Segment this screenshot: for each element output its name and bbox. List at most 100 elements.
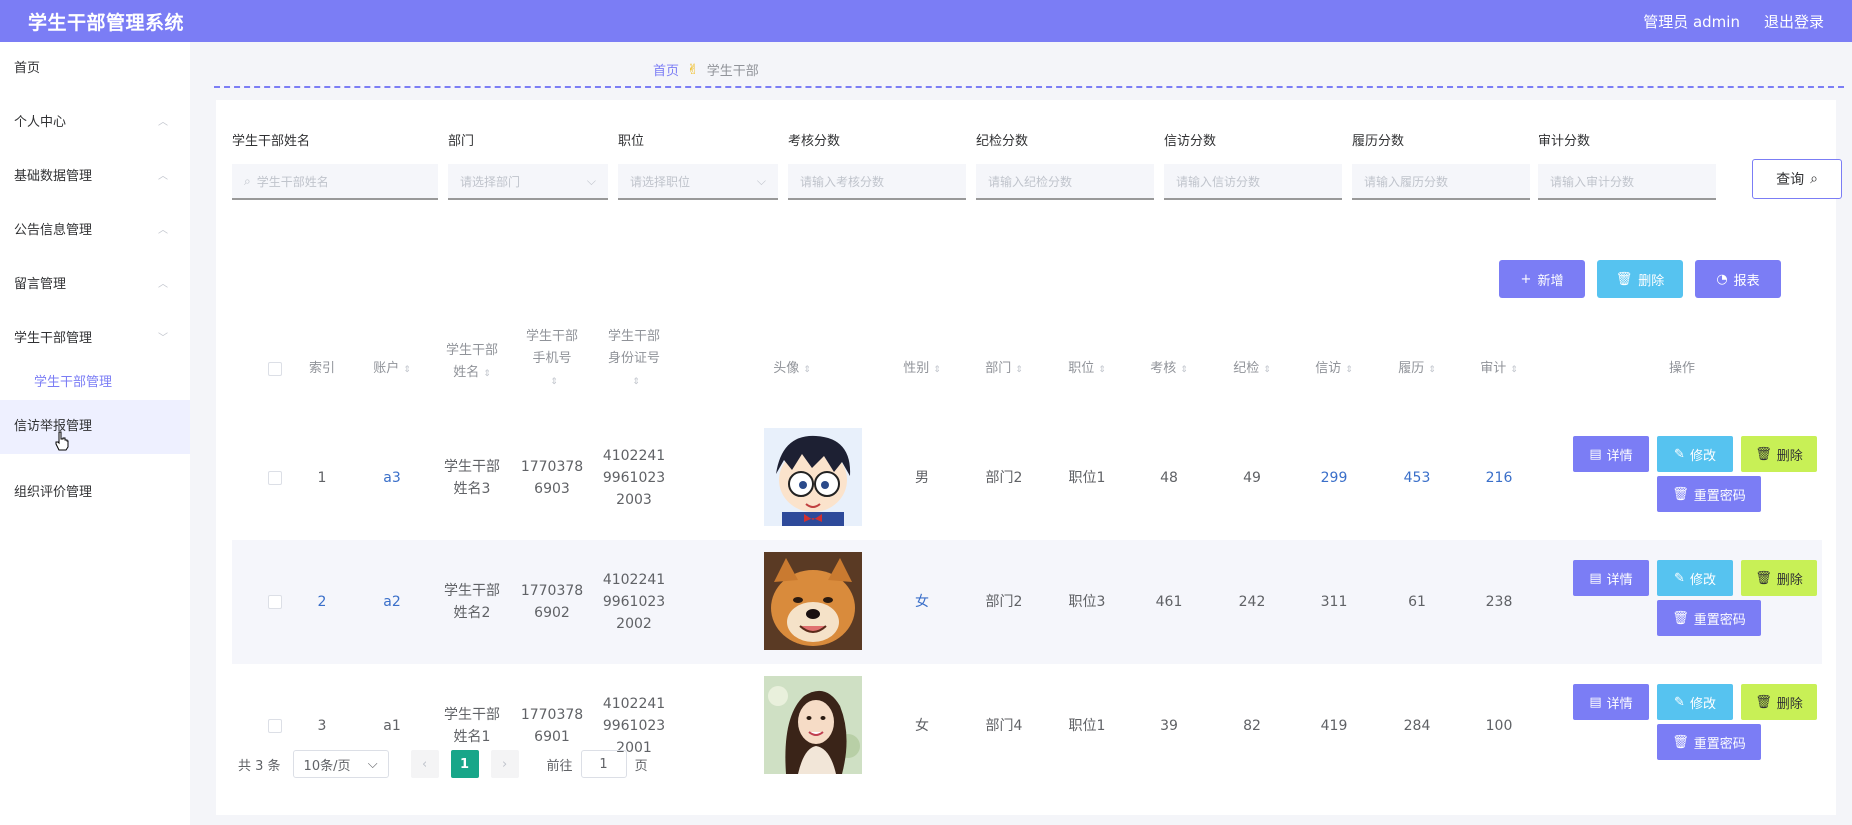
pagination: 共 3 条 10条/页 ⌵ ‹ 1 › 前往 1 页 <box>238 750 648 778</box>
cell-audit: 238 <box>1485 594 1513 610</box>
batch-delete-button[interactable]: 🗑 删除 <box>1597 260 1683 298</box>
goto-prefix: 前往 <box>546 758 573 774</box>
page-size-select[interactable]: 10条/页 ⌵ <box>292 750 389 778</box>
sidebar-item-personal-center[interactable]: 个人中心 ︿ <box>0 96 190 150</box>
th-gender[interactable]: 性别 ⇕ <box>887 358 957 381</box>
row-checkbox[interactable] <box>268 719 282 733</box>
add-button[interactable]: + 新增 <box>1499 260 1585 298</box>
logout-link[interactable]: 退出登录 <box>1764 11 1824 32</box>
th-discipline[interactable]: 纪检 ⇕ <box>1217 358 1287 381</box>
cell-line: 9961023 <box>602 470 666 486</box>
delete-button[interactable]: 🗑 删除 <box>1741 560 1817 596</box>
cell-account: a1 <box>383 718 401 734</box>
cell-line: 学生干部 <box>444 707 500 723</box>
row-checkbox[interactable] <box>268 471 282 485</box>
current-user[interactable]: 管理员 admin <box>1643 11 1740 32</box>
detail-button[interactable]: ▤ 详情 <box>1573 560 1649 596</box>
chart-icon: ◔ <box>1716 271 1728 287</box>
input-placeholder: 请输入考核分数 <box>800 174 885 189</box>
name-search-input[interactable]: ⌕ 学生干部姓名 <box>232 164 438 200</box>
table-row: 2 a2 学生干部 姓名2 1770378 6902 4102241 9961023 2… <box>232 540 1822 664</box>
th-resume[interactable]: 履历 ⇕ <box>1382 358 1452 381</box>
reset-password-button[interactable]: 🗑 重置密码 <box>1657 724 1761 760</box>
reset-label: 重置密码 <box>1693 612 1746 628</box>
cell-assess: 48 <box>1160 470 1178 486</box>
audit-input[interactable]: 请输入审计分数 <box>1538 164 1716 200</box>
sidebar-item-petition[interactable]: 信访举报管理 <box>0 400 190 454</box>
goto-page-input[interactable]: 1 <box>580 750 627 778</box>
prev-page-button[interactable]: ‹ <box>410 750 439 778</box>
cell-dept: 部门2 <box>985 470 1023 486</box>
table-row: 1 a3 学生干部 姓名3 1770378 6903 4102241 9961023 2… <box>232 416 1822 540</box>
sidebar-item-label: 留言管理 <box>14 277 67 292</box>
th-label: 纪检 <box>1233 361 1260 376</box>
th-label: 职位 <box>1068 361 1095 376</box>
cell-line: 4102241 <box>602 448 666 464</box>
th-label-line1: 学生干部 <box>445 343 498 358</box>
cell-idcard: 4102241 9961023 2003 <box>594 445 674 511</box>
th-idcard[interactable]: 学生干部 身份证号 ⇕ <box>594 326 674 393</box>
th-phone[interactable]: 学生干部 手机号 ⇕ <box>512 326 592 393</box>
select-all-checkbox[interactable] <box>268 362 282 376</box>
discipline-input[interactable]: 请输入纪检分数 <box>976 164 1154 200</box>
reset-password-button[interactable]: 🗑 重置密码 <box>1657 600 1761 636</box>
position-select[interactable]: 请选择职位 ⌵ <box>618 164 778 200</box>
delete-button[interactable]: 🗑 删除 <box>1741 684 1817 720</box>
edit-button[interactable]: ✎ 修改 <box>1657 560 1733 596</box>
delete-label: 删除 <box>1776 696 1803 712</box>
report-button[interactable]: ◔ 报表 <box>1695 260 1781 298</box>
input-placeholder: 学生干部姓名 <box>256 174 329 189</box>
filter-position: 职位 请选择职位 ⌵ <box>618 130 778 200</box>
th-position[interactable]: 职位 ⇕ <box>1052 358 1122 381</box>
cell-assess: 39 <box>1160 718 1178 734</box>
filter-label: 职位 <box>618 134 645 149</box>
th-account[interactable]: 账户 ⇕ <box>352 358 432 381</box>
sidebar-item-label: 公告信息管理 <box>14 223 93 238</box>
sidebar-item-home[interactable]: 首页 <box>0 42 190 96</box>
cell-petition: 419 <box>1320 718 1348 734</box>
row-checkbox[interactable] <box>268 595 282 609</box>
reset-password-button[interactable]: 🗑 重置密码 <box>1657 476 1761 512</box>
th-avatar[interactable]: 头像 ⇕ <box>732 358 852 381</box>
th-label: 账户 <box>373 361 400 376</box>
dept-select[interactable]: 请选择部门 ⌵ <box>448 164 608 200</box>
avatar-cartoon-boy <box>764 428 862 526</box>
cell-index: 3 <box>317 718 327 734</box>
th-assess[interactable]: 考核 ⇕ <box>1134 358 1204 381</box>
total-count: 共 3 条 <box>238 758 281 774</box>
document-icon: ▤ <box>1589 570 1602 586</box>
next-page-button[interactable]: › <box>490 750 519 778</box>
sidebar-item-base-data[interactable]: 基础数据管理 ︿ <box>0 150 190 204</box>
edit-button[interactable]: ✎ 修改 <box>1657 436 1733 472</box>
th-petition[interactable]: 信访 ⇕ <box>1299 358 1369 381</box>
report-label: 报表 <box>1733 273 1760 289</box>
th-dept[interactable]: 部门 ⇕ <box>969 358 1039 381</box>
sidebar-item-notice[interactable]: 公告信息管理 ︿ <box>0 204 190 258</box>
chevron-up-icon: ︿ <box>158 171 168 182</box>
cell-index: 2 <box>317 594 327 610</box>
sidebar-item-messages[interactable]: 留言管理 ︿ <box>0 258 190 312</box>
cell-audit: 216 <box>1485 470 1513 486</box>
cell-line: 姓名2 <box>453 605 491 621</box>
page-size-value: 10条/页 <box>303 758 351 774</box>
detail-button[interactable]: ▤ 详情 <box>1573 684 1649 720</box>
resume-input[interactable]: 请输入履历分数 <box>1352 164 1530 200</box>
th-label: 考核 <box>1150 361 1177 376</box>
edit-button[interactable]: ✎ 修改 <box>1657 684 1733 720</box>
petition-input[interactable]: 请输入信访分数 <box>1164 164 1342 200</box>
sidebar-subitem-cadre-manage[interactable]: 学生干部管理 <box>0 366 190 400</box>
detail-button[interactable]: ▤ 详情 <box>1573 436 1649 472</box>
th-audit[interactable]: 审计 ⇕ <box>1464 358 1534 381</box>
breadcrumb-home[interactable]: 首页 <box>653 60 679 79</box>
sidebar-item-org-eval[interactable]: 组织评价管理 <box>0 466 190 520</box>
chevron-right-icon: › <box>501 756 508 772</box>
select-placeholder: 请选择职位 <box>630 174 691 189</box>
th-name[interactable]: 学生干部 姓名 ⇕ <box>432 340 512 385</box>
divider <box>214 86 1844 88</box>
query-button[interactable]: 查询 ⌕ <box>1752 159 1842 199</box>
assess-input[interactable]: 请输入考核分数 <box>788 164 966 200</box>
cell-petition: 311 <box>1320 594 1348 610</box>
delete-button[interactable]: 🗑 删除 <box>1741 436 1817 472</box>
sidebar-item-cadre[interactable]: 学生干部管理 ﹀ <box>0 312 190 366</box>
page-number-current[interactable]: 1 <box>450 750 479 778</box>
